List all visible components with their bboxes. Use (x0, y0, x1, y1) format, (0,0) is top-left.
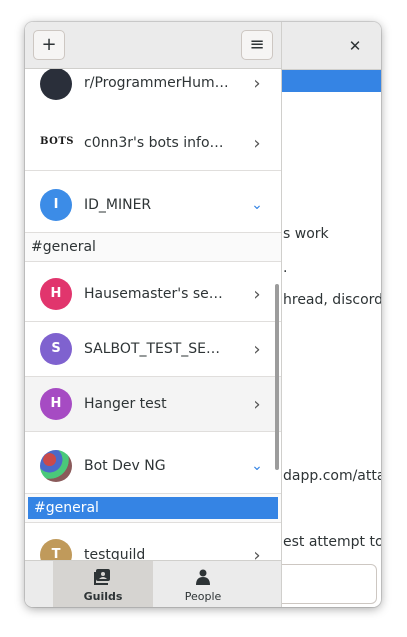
guild-row[interactable]: T testguild › (25, 528, 281, 560)
guild-avatar: H (40, 278, 72, 310)
guild-name: Bot Dev NG (84, 458, 166, 474)
guild-name: r/ProgrammerHum… (84, 75, 229, 91)
scrollbar[interactable] (275, 284, 279, 470)
message-line: est attempt to (283, 534, 381, 550)
guild-name: Hanger test (84, 396, 167, 412)
message-line: hread, discord (283, 292, 381, 308)
tab-guilds[interactable]: Guilds (53, 561, 153, 607)
channel-item[interactable]: #general (25, 233, 281, 262)
chevron-down-icon[interactable]: ⌄ (247, 439, 267, 494)
add-button[interactable]: + (33, 30, 65, 60)
menu-button[interactable]: ≡ (241, 30, 273, 60)
guild-avatar: S (40, 333, 72, 365)
message-input[interactable] (275, 564, 377, 604)
chevron-right-icon: › (253, 545, 261, 560)
guild-row[interactable]: Bot Dev NG ⌄ (25, 439, 281, 494)
guild-row[interactable]: H Hausemaster's se… › (25, 267, 281, 322)
tab-label: Guilds (83, 590, 123, 603)
tab-people[interactable]: People (153, 561, 253, 607)
guild-sidebar: + ≡ r/ProgrammerHum… › BOTS c0nn3r's bot… (25, 22, 282, 607)
guild-name: Hausemaster's se… (84, 286, 223, 302)
guild-row[interactable]: r/ProgrammerHum… › (25, 69, 281, 117)
guild-name: c0nn3r's bots info… (84, 135, 224, 151)
message-line: s work (283, 226, 329, 242)
chevron-right-icon: › (253, 73, 261, 94)
tab-label: People (184, 590, 222, 603)
app-window: ✕ s work . hread, discord dapp.com/atta … (25, 22, 381, 607)
guild-row[interactable]: S SALBOT_TEST_SE… › (25, 322, 281, 377)
guild-name: SALBOT_TEST_SE… (84, 341, 221, 357)
chevron-right-icon: › (253, 339, 261, 360)
guild-avatar (40, 69, 72, 100)
person-icon (196, 569, 210, 585)
message-line: . (283, 260, 288, 276)
guild-name: testguild (84, 547, 146, 560)
guilds-icon (94, 569, 110, 585)
channel-name: #general (34, 500, 99, 516)
bots-logo: BOTS (40, 136, 75, 147)
guild-list: r/ProgrammerHum… › BOTS c0nn3r's bots in… (25, 69, 281, 560)
message-line: dapp.com/atta (283, 468, 381, 484)
chevron-down-icon[interactable]: ⌄ (247, 178, 267, 233)
guild-name: ID_MINER (84, 197, 152, 213)
close-button[interactable]: ✕ (343, 34, 367, 58)
chevron-right-icon: › (253, 133, 261, 154)
guild-avatar: T (40, 539, 72, 560)
guild-row[interactable]: H Hanger test › (25, 377, 281, 432)
channel-item[interactable]: #general (25, 494, 281, 523)
guild-avatar (40, 450, 72, 482)
guild-avatar: H (40, 388, 72, 420)
guild-row[interactable]: I ID_MINER ⌄ (25, 178, 281, 233)
view-switcher: Guilds People (25, 560, 281, 607)
guild-row[interactable]: BOTS c0nn3r's bots info… › (25, 116, 281, 171)
guild-avatar: I (40, 189, 72, 221)
chevron-right-icon: › (253, 394, 261, 415)
channel-name: #general (31, 239, 96, 255)
channel-selection: #general (28, 497, 278, 519)
sidebar-header: + ≡ (25, 22, 281, 69)
chevron-right-icon: › (253, 284, 261, 305)
message-highlight (280, 70, 381, 92)
